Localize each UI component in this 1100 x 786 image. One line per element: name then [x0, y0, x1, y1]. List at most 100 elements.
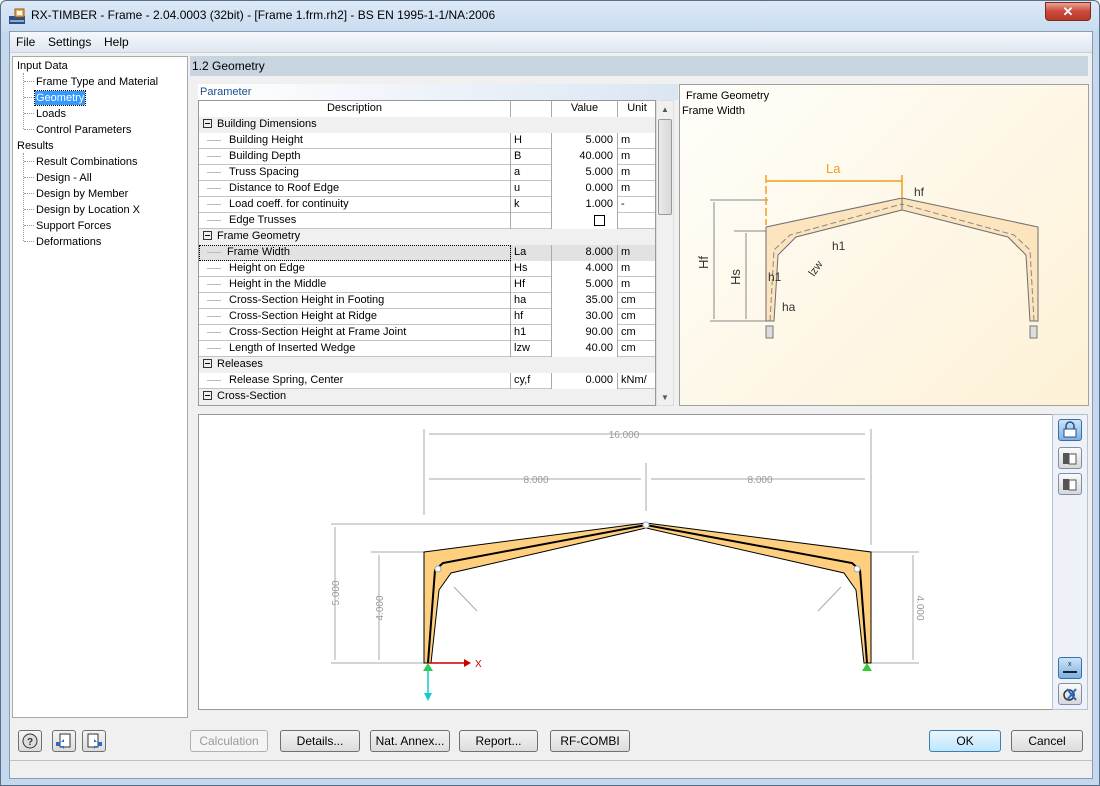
tree-item-design-by-location[interactable]: Design by Location X — [36, 203, 140, 217]
parameter-row[interactable]: Building Depth B 40.000 m — [199, 149, 655, 165]
tree-item-result-combinations[interactable]: Result Combinations — [36, 155, 138, 169]
parameter-row[interactable]: Cross-Section Height at Ridge hf 30.00 cm — [199, 309, 655, 325]
export-table-button[interactable] — [1058, 447, 1082, 469]
import-table-button[interactable] — [1058, 473, 1082, 495]
tree-group-results[interactable]: Results — [17, 139, 54, 153]
parameter-value-input[interactable]: 35.00 — [552, 293, 618, 309]
parameter-row[interactable]: Height on Edge Hs 4.000 m — [199, 261, 655, 277]
parameter-unit: m — [618, 133, 655, 149]
tree-item-design-all[interactable]: Design - All — [36, 171, 92, 185]
help-icon: ? — [22, 733, 38, 749]
scroll-up-icon[interactable]: ▲ — [661, 105, 669, 114]
label-h1: h1 — [832, 239, 846, 253]
tree-connector — [207, 220, 221, 221]
nat-annex-button[interactable]: Nat. Annex... — [370, 730, 450, 752]
parameter-row[interactable]: Release Spring, Center cy,f 0.000 kNm/ — [199, 373, 655, 389]
parameter-symbol: ha — [511, 293, 552, 309]
tree-item-geometry[interactable]: Geometry — [33, 90, 87, 106]
parameter-value: 35.00 — [585, 294, 613, 306]
parameter-value-input[interactable]: 0.000 — [552, 373, 618, 389]
parameter-value: 8.000 — [585, 246, 613, 258]
ok-button[interactable]: OK — [929, 730, 1001, 752]
collapse-icon[interactable] — [203, 231, 212, 240]
parameter-row[interactable]: Frame Width La 8.000 m — [199, 245, 655, 261]
dimension-toggle-button[interactable]: x — [1058, 657, 1082, 679]
menu-file[interactable]: File — [16, 35, 35, 49]
parameter-description: Height on Edge — [199, 261, 511, 277]
parameter-value-input[interactable]: 8.000 — [552, 245, 618, 261]
help-button[interactable]: ? — [18, 730, 42, 752]
tree-item-design-by-member[interactable]: Design by Member — [36, 187, 128, 201]
parameter-row[interactable]: Height in the Middle Hf 5.000 m — [199, 277, 655, 293]
lock-button[interactable] — [1058, 419, 1082, 441]
parameter-row[interactable]: Truss Spacing a 5.000 m — [199, 165, 655, 181]
collapse-icon[interactable] — [203, 119, 212, 128]
group-row[interactable]: Releases — [199, 357, 655, 373]
parameter-unit: m — [618, 149, 655, 165]
parameter-unit: cm — [618, 325, 655, 341]
rf-combi-button[interactable]: RF-COMBI — [550, 730, 630, 752]
parameter-row[interactable]: Building Height H 5.000 m — [199, 133, 655, 149]
group-row[interactable]: Frame Geometry — [199, 229, 655, 245]
parameter-unit: kNm/ — [618, 373, 655, 389]
parameter-value-input[interactable]: 4.000 — [552, 261, 618, 277]
axis-x-label: X — [475, 659, 482, 670]
previous-page-button[interactable] — [52, 730, 76, 752]
parameter-value-input[interactable]: 40.00 — [552, 341, 618, 357]
scroll-thumb[interactable] — [658, 119, 672, 215]
tree-item-frame-type[interactable]: Frame Type and Material — [36, 75, 158, 89]
view-reset-button[interactable] — [1058, 683, 1082, 705]
parameter-value-input[interactable]: 5.000 — [552, 165, 618, 181]
report-button[interactable]: Report... — [459, 730, 538, 752]
calculation-button[interactable]: Calculation — [190, 730, 268, 752]
parameter-unit: m — [618, 165, 655, 181]
parameter-row[interactable]: Length of Inserted Wedge lzw 40.00 cm — [199, 341, 655, 357]
parameter-symbol: a — [511, 165, 552, 181]
close-button[interactable]: ✕ — [1045, 2, 1091, 21]
tree-item-deformations[interactable]: Deformations — [36, 235, 101, 249]
grid-scrollbar[interactable]: ▲ ▼ — [656, 100, 674, 406]
header-unit: Unit — [618, 101, 655, 117]
details-button[interactable]: Details... — [280, 730, 360, 752]
menu-settings[interactable]: Settings — [48, 35, 91, 49]
menu-help[interactable]: Help — [104, 35, 129, 49]
parameter-value-input[interactable]: 40.000 — [552, 149, 618, 165]
parameter-row[interactable]: Edge Trusses — [199, 213, 655, 229]
parameter-description: Cross-Section Height in Footing — [199, 293, 511, 309]
frame-graphic-view[interactable]: X 16.000 8.000 8.000 5.000 4.000 4.000 — [198, 414, 1054, 710]
parameter-value-input[interactable] — [552, 213, 618, 229]
group-row[interactable]: Cross-Section — [199, 389, 655, 405]
label-h1-column: h1 — [768, 270, 782, 284]
graphic-toolbar: x — [1052, 414, 1088, 710]
parameter-row[interactable]: Cross-Section Height at Frame Joint h1 90.… — [199, 325, 655, 341]
parameter-description: Load coeff. for continuity — [199, 197, 511, 213]
cancel-button[interactable]: Cancel — [1011, 730, 1083, 752]
tree-item-control-parameters[interactable]: Control Parameters — [36, 123, 131, 137]
frame-geometry-figure: Frame Geometry Frame Width La hf h1 h1 h… — [679, 84, 1089, 406]
parameter-value-input[interactable]: 1.000 — [552, 197, 618, 213]
collapse-icon[interactable] — [203, 359, 212, 368]
group-label-cell: Cross-Section — [199, 389, 655, 405]
parameter-value-input[interactable]: 90.00 — [552, 325, 618, 341]
parameter-value-input[interactable]: 30.00 — [552, 309, 618, 325]
collapse-icon[interactable] — [203, 391, 212, 400]
parameter-row[interactable]: Load coeff. for continuity k 1.000- — [199, 197, 655, 213]
tree-connector — [207, 300, 221, 301]
header-value: Value — [552, 101, 618, 117]
group-label: Cross-Section — [217, 390, 287, 402]
parameter-row[interactable]: Distance to Roof Edge u 0.000 m — [199, 181, 655, 197]
parameter-value: 5.000 — [585, 166, 613, 178]
parameter-value-input[interactable]: 0.000 — [552, 181, 618, 197]
tree-item-loads[interactable]: Loads — [36, 107, 66, 121]
next-page-button[interactable] — [82, 730, 106, 752]
header-symbol — [511, 101, 552, 117]
parameter-title: Parameter — [198, 84, 678, 100]
parameter-value-input[interactable]: 5.000 — [552, 133, 618, 149]
edge-trusses-checkbox[interactable] — [594, 215, 605, 226]
parameter-row[interactable]: Cross-Section Height in Footing ha 35.00 cm — [199, 293, 655, 309]
tree-item-support-forces[interactable]: Support Forces — [36, 219, 111, 233]
group-row[interactable]: Building Dimensions — [199, 117, 655, 133]
tree-group-input-data[interactable]: Input Data — [17, 59, 68, 73]
parameter-value-input[interactable]: 5.000 — [552, 277, 618, 293]
scroll-down-icon[interactable]: ▼ — [661, 393, 669, 402]
